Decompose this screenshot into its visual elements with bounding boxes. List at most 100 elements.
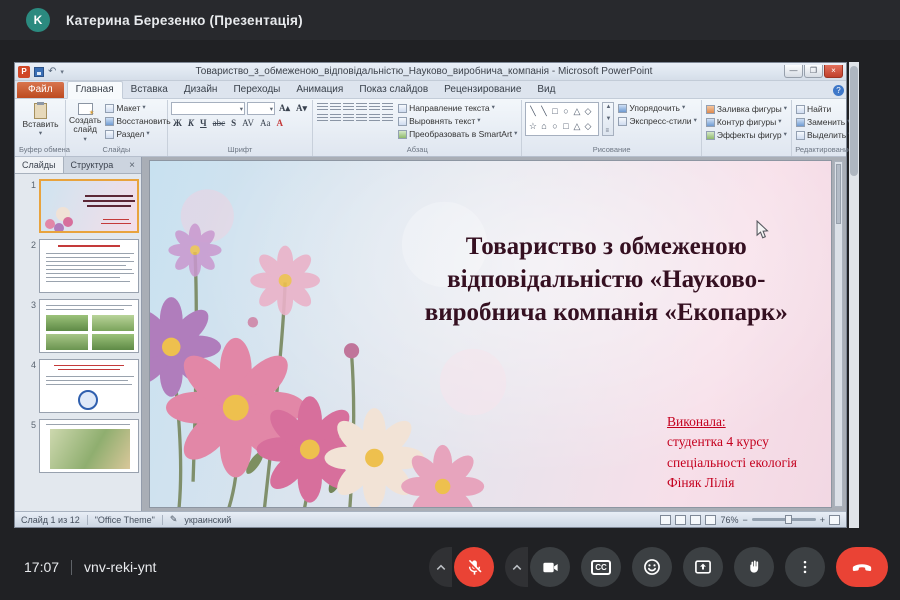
section-button[interactable]: Раздел▾ <box>104 128 171 140</box>
thumbnail-row: 2 <box>15 239 139 293</box>
slide-scrollbar[interactable] <box>834 161 843 507</box>
reset-button[interactable]: Восстановить <box>104 115 171 127</box>
normal-view-button[interactable] <box>660 515 671 525</box>
panel-tab-outline[interactable]: Структура <box>64 157 121 173</box>
replace-icon <box>796 118 805 127</box>
italic-button[interactable]: К <box>186 117 196 130</box>
quick-styles-button[interactable]: Экспресс-стили▾ <box>617 115 697 127</box>
grow-font-button[interactable]: А▴ <box>277 102 292 115</box>
save-icon[interactable] <box>34 67 44 77</box>
slide-author-block: Виконала: студентка 4 курсу спеціальност… <box>667 412 797 493</box>
smartart-button[interactable]: Преобразовать в SmartArt▾ <box>397 128 518 140</box>
author-line: спеціальності екологія <box>667 453 797 473</box>
theme-name: "Office Theme" <box>95 515 155 525</box>
align-buttons[interactable] <box>316 113 394 124</box>
raise-hand-button[interactable] <box>734 547 774 587</box>
zoom-in-button[interactable]: + <box>820 515 825 525</box>
slides-group: Создать слайд ▾ Макет▾ Восстановить Разд… <box>66 100 168 156</box>
help-icon[interactable]: ? <box>833 85 844 96</box>
slide-thumbnail-1[interactable] <box>39 179 139 233</box>
tab-view[interactable]: Вид <box>529 82 563 98</box>
new-slide-icon <box>78 103 93 115</box>
view-and-zoom-controls: 76% − + <box>660 515 840 525</box>
more-options-button[interactable] <box>785 547 825 587</box>
slide-title: Товариство з обмеженою відповідальністю … <box>395 230 817 329</box>
layout-button[interactable]: Макет▾ <box>104 102 171 114</box>
tab-insert[interactable]: Вставка <box>123 82 176 98</box>
reading-view-button[interactable] <box>690 515 701 525</box>
camera-button[interactable] <box>530 547 570 587</box>
shapes-scroll-buttons[interactable]: ▲▼≡ <box>602 102 614 136</box>
slide-thumbnail-4[interactable] <box>39 359 139 413</box>
zoom-slider[interactable] <box>752 518 816 521</box>
restore-button[interactable]: ❐ <box>804 65 823 78</box>
video-options-button[interactable] <box>505 547 528 587</box>
new-slide-button[interactable]: Создать слайд ▾ <box>69 102 101 143</box>
shared-screen-scrollbar[interactable] <box>849 62 859 528</box>
undo-icon[interactable]: ↶ <box>48 67 56 77</box>
present-button[interactable] <box>683 547 723 587</box>
shrink-font-button[interactable]: А▾ <box>294 102 309 115</box>
spacing-button[interactable]: AV <box>240 117 256 130</box>
tab-file[interactable]: Файл <box>17 82 64 98</box>
align-text-icon <box>398 117 407 126</box>
paste-button[interactable]: Вставить ▾ <box>19 102 62 137</box>
slide-canvas[interactable]: Товариство з обмеженою відповідальністю … <box>150 161 831 507</box>
panel-tab-slides[interactable]: Слайды <box>15 157 64 173</box>
language-indicator[interactable]: украинский <box>184 515 231 525</box>
underline-button[interactable]: Ч <box>198 117 209 130</box>
slide-thumbnail-3[interactable] <box>39 299 139 353</box>
reactions-button[interactable] <box>632 547 672 587</box>
arrange-button[interactable]: Упорядочить▾ <box>617 102 697 114</box>
change-case-button[interactable]: Aa <box>258 117 273 130</box>
captions-button[interactable]: CC <box>581 547 621 587</box>
quick-styles-icon <box>618 117 627 126</box>
replace-button[interactable]: Заменить▾ <box>795 116 852 128</box>
font-color-button[interactable]: А <box>274 117 285 130</box>
new-slide-label: Создать слайд <box>69 116 101 135</box>
tab-home[interactable]: Главная <box>67 81 123 99</box>
tab-design[interactable]: Дизайн <box>176 82 226 98</box>
minimize-button[interactable]: — <box>784 65 803 78</box>
audio-options-button[interactable] <box>429 547 452 587</box>
mic-off-icon <box>465 558 484 577</box>
font-size-combo[interactable]: ▾ <box>247 102 275 115</box>
slide-thumbnail-5[interactable] <box>39 419 139 473</box>
zoom-out-button[interactable]: − <box>742 515 747 525</box>
list-buttons[interactable] <box>316 102 394 113</box>
info-divider <box>71 560 72 575</box>
end-call-button[interactable] <box>836 547 888 587</box>
slide-thumbnail-2[interactable] <box>39 239 139 293</box>
shapes-gallery[interactable]: ╲╲□○△◇ ☆⌂○□△◇ <box>525 102 599 136</box>
tab-transitions[interactable]: Переходы <box>225 82 288 98</box>
strikethrough-button[interactable]: abc <box>211 117 228 130</box>
thumb-number: 3 <box>24 299 36 353</box>
section-icon <box>105 130 114 139</box>
find-button[interactable]: Найти <box>795 103 852 115</box>
shape-fill-button[interactable]: Заливка фигуры▾ <box>705 103 788 115</box>
thumb-number: 1 <box>24 179 36 233</box>
tab-review[interactable]: Рецензирование <box>436 82 529 98</box>
thumb-number: 2 <box>24 239 36 293</box>
fit-to-window-button[interactable] <box>829 515 840 525</box>
tab-animations[interactable]: Анимация <box>288 82 351 98</box>
slideshow-button[interactable] <box>705 515 716 525</box>
bold-button[interactable]: Ж <box>171 117 184 130</box>
slide-sorter-button[interactable] <box>675 515 686 525</box>
shadow-button[interactable]: S <box>229 117 238 130</box>
smartart-icon <box>398 130 407 139</box>
panel-close-icon[interactable]: × <box>123 157 141 173</box>
flowers-illustration <box>150 178 521 507</box>
text-direction-button[interactable]: Направление текста▾ <box>397 102 518 114</box>
select-button[interactable]: Выделить▾ <box>795 129 852 141</box>
align-text-button[interactable]: Выровнять текст▾ <box>397 115 518 127</box>
tab-slideshow[interactable]: Показ слайдов <box>351 82 436 98</box>
zoom-slider-thumb[interactable] <box>785 515 792 524</box>
reset-icon <box>105 117 114 126</box>
close-button[interactable]: × <box>824 65 843 78</box>
shape-outline-button[interactable]: Контур фигуры▾ <box>705 116 788 128</box>
mic-button[interactable] <box>454 547 494 587</box>
font-name-combo[interactable]: ▾ <box>171 102 245 115</box>
shape-effects-button[interactable]: Эффекты фигур▾ <box>705 129 788 141</box>
paste-icon <box>34 103 47 119</box>
